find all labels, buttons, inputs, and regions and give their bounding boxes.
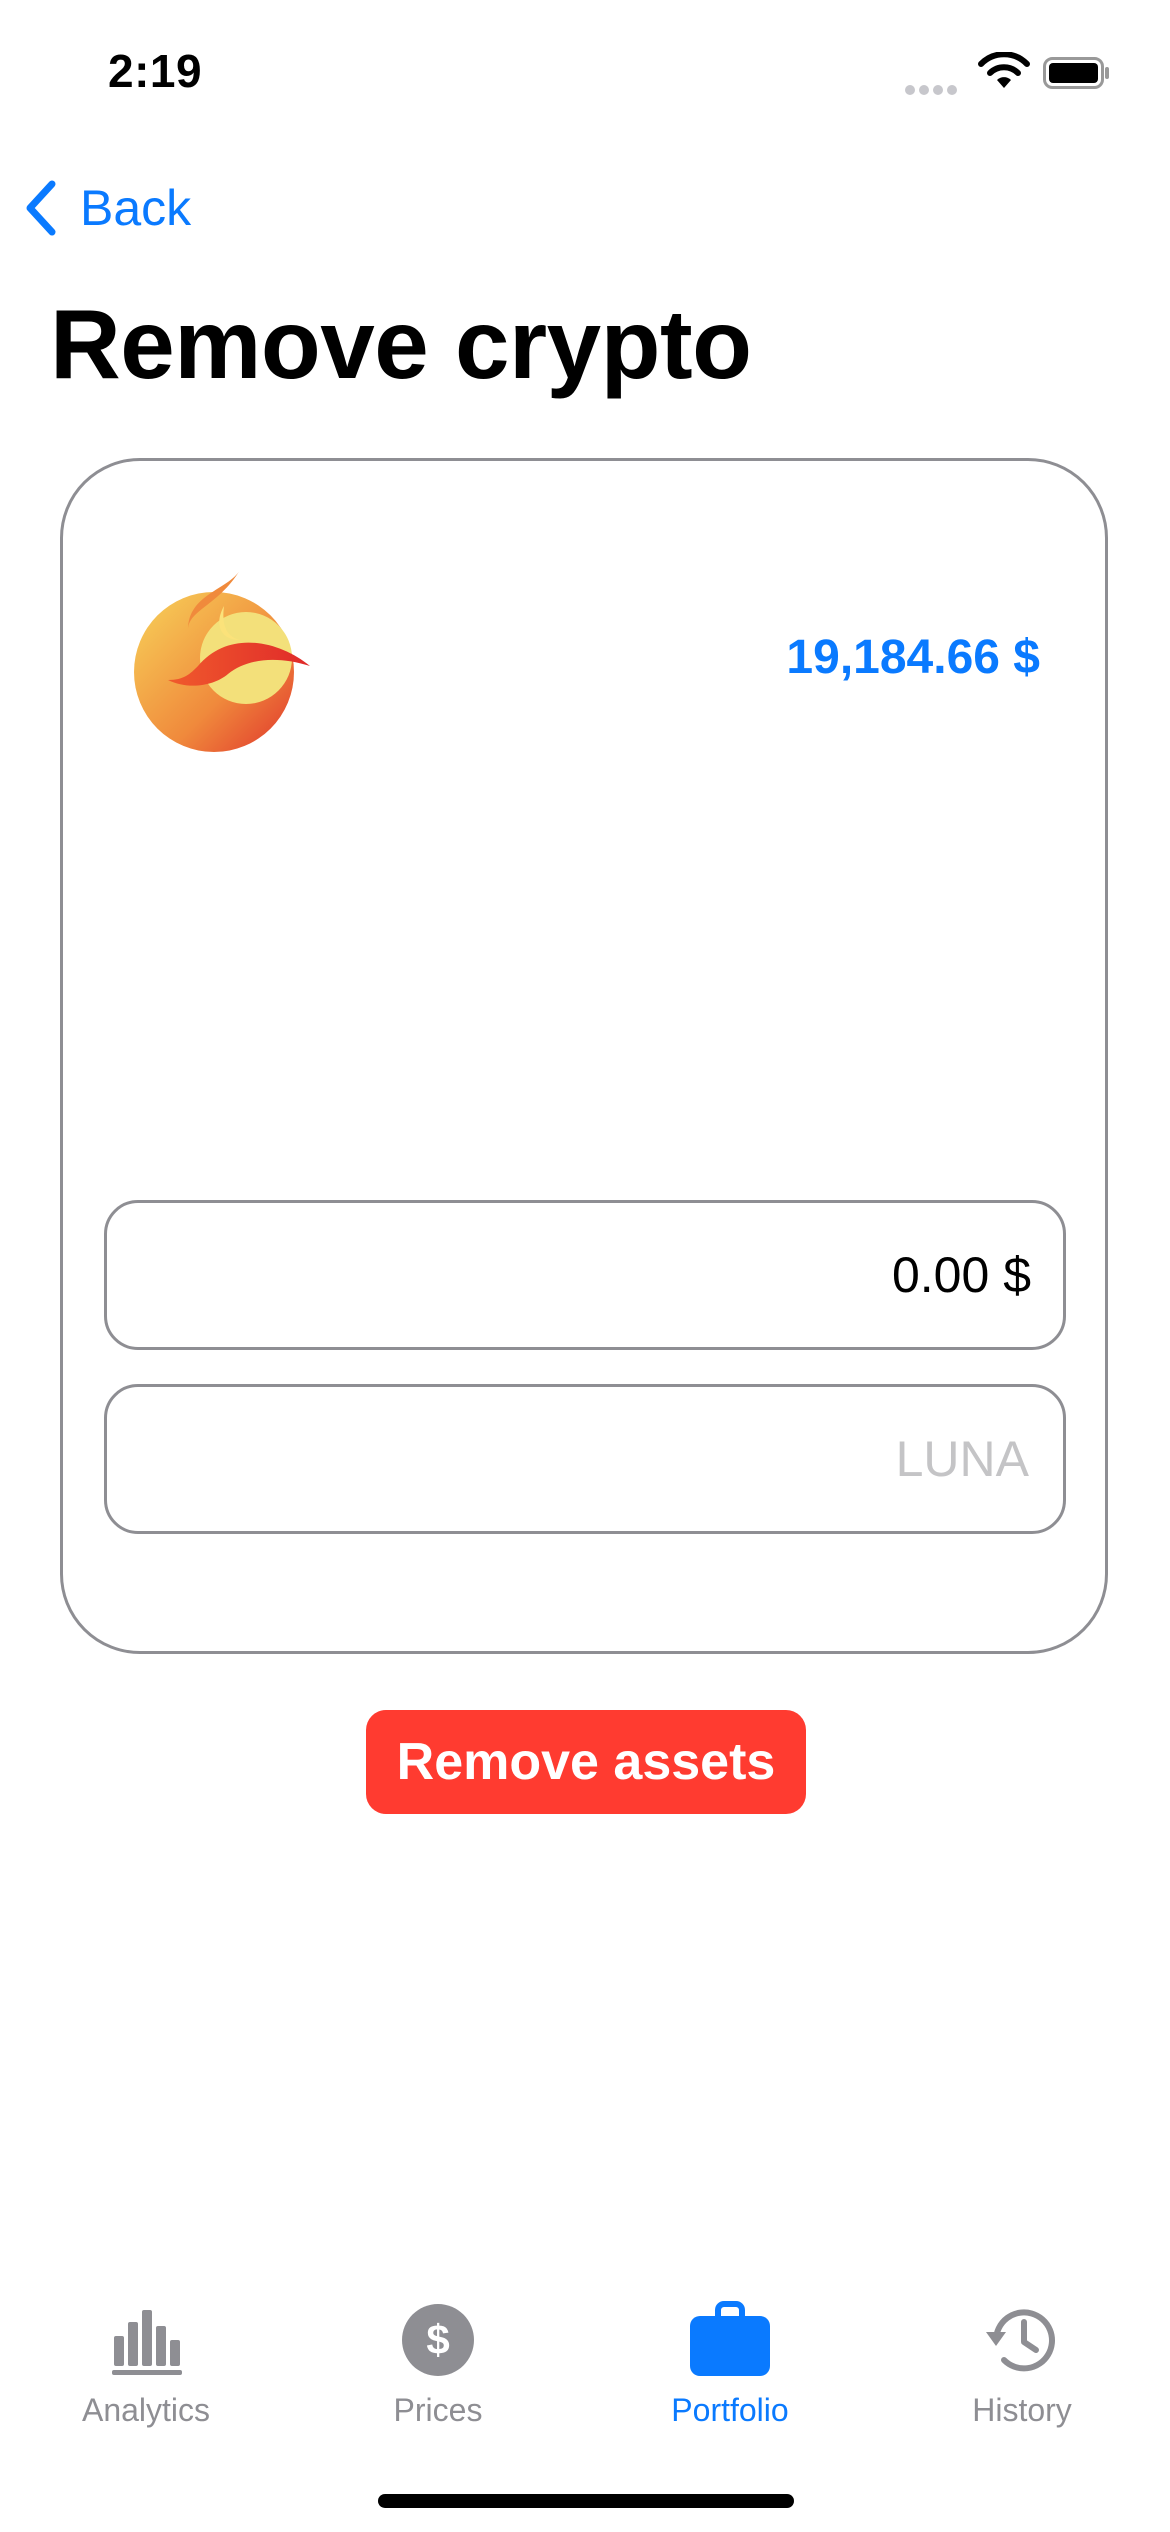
tab-label-prices: Prices xyxy=(393,2392,483,2428)
svg-text:$: $ xyxy=(426,2316,449,2363)
tab-label-portfolio: Portfolio xyxy=(671,2392,789,2428)
tab-prices[interactable]: $ Prices xyxy=(292,2300,584,2450)
page-title: Remove crypto xyxy=(50,289,752,399)
luna-amount-field[interactable] xyxy=(104,1384,1066,1534)
tab-history[interactable]: History xyxy=(876,2300,1168,2450)
home-indicator xyxy=(378,2494,794,2508)
briefcase-icon xyxy=(690,2301,770,2376)
tab-label-history: History xyxy=(972,2392,1072,2428)
back-button[interactable]: Back xyxy=(22,176,191,240)
dollar-circle-icon: $ xyxy=(402,2304,474,2376)
remove-assets-button[interactable]: Remove assets xyxy=(366,1710,806,1814)
usd-amount-field[interactable]: 0.00 $ xyxy=(104,1200,1066,1350)
tab-portfolio[interactable]: Portfolio xyxy=(584,2300,876,2450)
coin-value: 19,184.66 $ xyxy=(786,631,1040,684)
status-time: 2:19 xyxy=(108,45,203,97)
back-label: Back xyxy=(80,180,192,236)
wifi-icon xyxy=(978,52,1030,88)
tab-label-analytics: Analytics xyxy=(81,2392,211,2428)
luna-logo-icon xyxy=(134,570,310,752)
history-clock-icon xyxy=(986,2309,1055,2372)
usd-amount-value: 0.00 $ xyxy=(891,1247,1031,1303)
battery-icon xyxy=(1043,57,1109,89)
tab-analytics[interactable]: Analytics xyxy=(0,2300,292,2450)
chevron-left-icon xyxy=(26,180,56,236)
cellular-signal-icon xyxy=(905,82,961,95)
chart-bar-icon xyxy=(112,2310,182,2375)
luna-amount-input[interactable] xyxy=(107,1429,1031,1489)
